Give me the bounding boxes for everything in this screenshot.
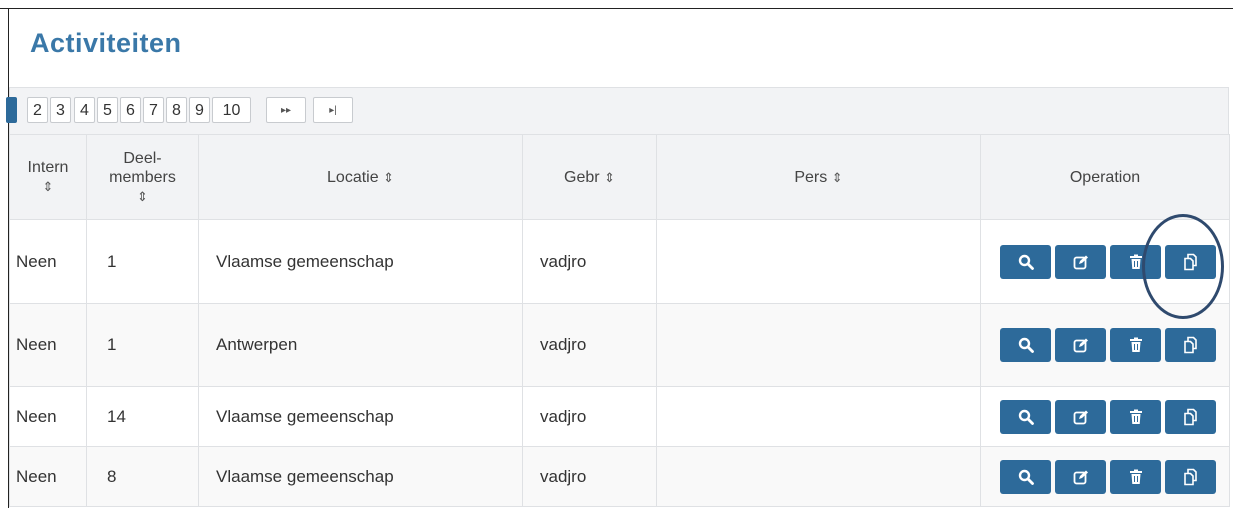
- cell-members: 1: [86, 303, 199, 387]
- edit-icon: [1073, 470, 1088, 484]
- delete-button[interactable]: [1110, 244, 1161, 279]
- search-icon: [1018, 409, 1034, 425]
- copy-icon: [1183, 468, 1197, 485]
- delete-button[interactable]: [1110, 328, 1161, 362]
- next-icon: ▸▸: [280, 105, 292, 116]
- cell-user: vadjro: [522, 219, 657, 304]
- search-icon: [1018, 254, 1034, 270]
- page-6-button[interactable]: 6: [120, 97, 141, 123]
- cell-intern: Neen: [9, 446, 87, 507]
- cell-user: vadjro: [522, 446, 657, 507]
- copy-button[interactable]: [1165, 459, 1216, 494]
- page-4-button[interactable]: 4: [74, 97, 95, 123]
- cell-operations: [980, 446, 1230, 507]
- delete-button[interactable]: [1110, 399, 1161, 434]
- page-5-button[interactable]: 5: [97, 97, 118, 123]
- sort-icon: ⇕: [831, 169, 843, 185]
- search-icon: [1018, 469, 1034, 485]
- edit-button[interactable]: [1055, 244, 1106, 279]
- column-header-intern[interactable]: Intern ⇕: [9, 134, 87, 220]
- column-pers-label: Pers: [794, 168, 828, 186]
- copy-icon: [1183, 336, 1197, 354]
- table-row: Neen 1 Antwerpen vadjro: [9, 303, 1230, 387]
- search-icon: [1018, 337, 1034, 353]
- sort-icon: ⇕: [604, 169, 615, 185]
- column-user-label: Gebr: [564, 168, 600, 186]
- view-button[interactable]: [1000, 328, 1051, 362]
- column-header-operation: Operation: [980, 134, 1230, 220]
- next-pages-button[interactable]: ▸▸: [266, 97, 306, 123]
- cell-operations: [980, 303, 1230, 387]
- sort-icon: ⇕: [137, 188, 148, 204]
- view-button[interactable]: [1000, 244, 1051, 279]
- column-members-label-line1: Deel-: [123, 149, 162, 167]
- cell-location: Antwerpen: [198, 303, 523, 387]
- trash-icon: [1129, 254, 1142, 269]
- activities-table: Intern ⇕ Deel- members ⇕ Locatie ⇕ Gebr …: [9, 134, 1230, 507]
- column-operation-label: Operation: [1069, 168, 1141, 186]
- page-2-button[interactable]: 2: [27, 97, 48, 123]
- cell-location: Vlaamse gemeenschap: [198, 386, 523, 447]
- copy-icon: [1183, 253, 1197, 270]
- view-button[interactable]: [1000, 459, 1051, 494]
- page-1-button[interactable]: [6, 97, 17, 123]
- cell-operations: [980, 386, 1230, 447]
- edit-button[interactable]: [1055, 399, 1106, 434]
- page-10-button[interactable]: 10: [212, 97, 251, 123]
- page-9-button[interactable]: 9: [189, 97, 210, 123]
- cell-members: 1: [86, 219, 199, 304]
- column-location-label: Locatie: [327, 168, 379, 186]
- column-members-label-line2: members: [109, 168, 176, 186]
- trash-icon: [1129, 337, 1142, 352]
- cell-members: 14: [86, 386, 199, 447]
- page-title: Activiteiten: [30, 28, 182, 58]
- column-header-pers[interactable]: Pers ⇕: [656, 134, 981, 220]
- cell-intern: Neen: [9, 219, 87, 304]
- view-button[interactable]: [1000, 399, 1051, 434]
- cell-intern: Neen: [9, 386, 87, 447]
- cell-operations: [980, 219, 1230, 304]
- edit-button[interactable]: [1055, 328, 1106, 362]
- cell-intern: Neen: [9, 303, 87, 387]
- cell-location: Vlaamse gemeenschap: [198, 219, 523, 304]
- column-header-members[interactable]: Deel- members ⇕: [86, 134, 199, 220]
- cell-pers: [656, 303, 981, 387]
- delete-button[interactable]: [1110, 459, 1161, 494]
- page-7-button[interactable]: 7: [143, 97, 164, 123]
- column-header-location[interactable]: Locatie ⇕: [198, 134, 523, 220]
- cell-pers: [656, 446, 981, 507]
- edit-icon: [1073, 255, 1088, 269]
- last-page-button[interactable]: ▸|: [313, 97, 353, 123]
- page-3-button[interactable]: 3: [50, 97, 71, 123]
- cell-pers: [656, 386, 981, 447]
- cell-location: Vlaamse gemeenschap: [198, 446, 523, 507]
- edit-icon: [1073, 338, 1088, 353]
- trash-icon: [1129, 469, 1142, 484]
- sort-icon: ⇕: [42, 179, 54, 194]
- cell-user: vadjro: [522, 386, 657, 447]
- edit-icon: [1073, 410, 1088, 424]
- copy-icon: [1183, 408, 1197, 425]
- cell-user: vadjro: [522, 303, 657, 387]
- sort-icon: ⇕: [383, 169, 394, 185]
- table-row: Neen 8 Vlaamse gemeenschap vadjro: [9, 446, 1230, 507]
- copy-button[interactable]: [1165, 244, 1216, 279]
- trash-icon: [1129, 409, 1142, 424]
- cell-pers: [656, 219, 981, 304]
- page-8-button[interactable]: 8: [166, 97, 187, 123]
- column-header-user[interactable]: Gebr ⇕: [522, 134, 657, 220]
- edit-button[interactable]: [1055, 459, 1106, 494]
- frame-top-border: [0, 8, 1233, 9]
- cell-members: 8: [86, 446, 199, 507]
- last-page-icon: ▸|: [329, 105, 337, 116]
- column-intern-label: Intern: [27, 159, 69, 176]
- copy-button[interactable]: [1165, 399, 1216, 434]
- copy-button[interactable]: [1165, 328, 1216, 362]
- table-row: Neen 14 Vlaamse gemeenschap vadjro: [9, 386, 1230, 447]
- pagination-bar: 2 3 4 5 6 7 8 9 10 ▸▸ ▸|: [6, 87, 1229, 134]
- table-row: Neen 1 Vlaamse gemeenschap vadjro: [9, 219, 1230, 304]
